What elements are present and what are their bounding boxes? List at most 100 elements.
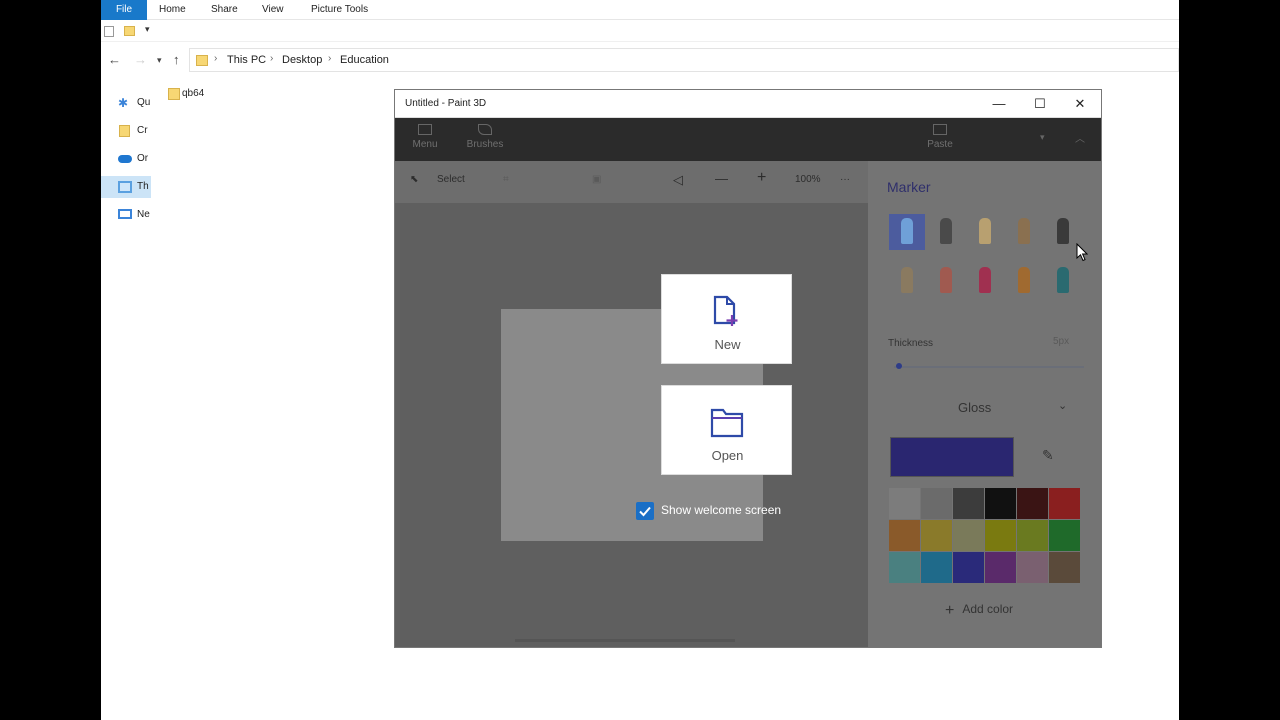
properties-icon[interactable] bbox=[104, 26, 114, 37]
breadcrumb-this-pc[interactable]: This PC bbox=[227, 54, 266, 66]
action-bar: ⬉ Select ⌗ ▣ ◁ — + 100% ··· bbox=[395, 161, 868, 203]
nav-item-network[interactable]: Ne bbox=[101, 204, 151, 226]
zoom-in-icon[interactable]: + bbox=[757, 169, 766, 187]
add-color-button[interactable]: + Add color bbox=[945, 602, 1013, 620]
color-swatch[interactable] bbox=[953, 488, 984, 519]
address-bar[interactable]: › This PC › Desktop › Education bbox=[189, 48, 1179, 72]
thickness-slider[interactable] bbox=[894, 366, 1084, 368]
pencil-brush-icon[interactable] bbox=[889, 263, 925, 299]
nav-item-this-pc[interactable]: Th bbox=[101, 176, 151, 198]
color-swatch[interactable] bbox=[985, 552, 1016, 583]
horizontal-scrollbar[interactable] bbox=[515, 639, 735, 642]
brush-icon bbox=[478, 124, 492, 135]
chevron-up-icon[interactable]: ︿ bbox=[1075, 130, 1085, 145]
color-swatch[interactable] bbox=[921, 552, 952, 583]
folder-icon bbox=[196, 55, 208, 66]
fill-brush-icon[interactable] bbox=[1045, 263, 1081, 299]
mouse-cursor-icon bbox=[1076, 243, 1088, 262]
color-swatch[interactable] bbox=[1049, 552, 1080, 583]
breadcrumb-desktop[interactable]: Desktop bbox=[282, 54, 322, 66]
select-button[interactable]: Select bbox=[437, 174, 465, 185]
color-swatch[interactable] bbox=[921, 520, 952, 551]
open-button[interactable]: Open bbox=[661, 385, 792, 475]
current-color-swatch[interactable] bbox=[890, 437, 1014, 477]
color-swatch[interactable] bbox=[921, 488, 952, 519]
show-welcome-checkbox[interactable] bbox=[636, 502, 654, 520]
color-swatch[interactable] bbox=[985, 520, 1016, 551]
show-welcome-label: Show welcome screen bbox=[661, 503, 782, 517]
watercolor-brush-icon[interactable] bbox=[1006, 214, 1042, 250]
maximize-icon[interactable]: ☐ bbox=[1025, 94, 1055, 114]
open-label: Open bbox=[711, 448, 744, 463]
color-swatch[interactable] bbox=[1017, 520, 1048, 551]
menu-label: Menu bbox=[412, 139, 438, 150]
nav-item-label: Or bbox=[137, 153, 149, 164]
brush-side-panel: Marker Thickness 5px Gloss ⌄ ✎ + Add colo… bbox=[868, 161, 1101, 647]
plus-icon: + bbox=[945, 602, 955, 619]
color-swatch[interactable] bbox=[889, 488, 920, 519]
more-options-icon[interactable]: ··· bbox=[840, 174, 850, 185]
color-swatch[interactable] bbox=[953, 552, 984, 583]
cloud-icon bbox=[118, 155, 132, 163]
customize-toolbar-icon[interactable]: ▾ bbox=[145, 24, 150, 35]
nav-item-label: Th bbox=[137, 181, 149, 192]
crayon-brush-icon[interactable] bbox=[967, 263, 1003, 299]
up-arrow-icon[interactable]: ↑ bbox=[173, 52, 180, 67]
eraser-brush-icon[interactable] bbox=[928, 263, 964, 299]
nav-item-creative-cloud[interactable]: Cr bbox=[101, 120, 151, 142]
finish-dropdown[interactable]: Gloss bbox=[958, 400, 991, 415]
canvas-area[interactable]: ⬉ Select ⌗ ▣ ◁ — + 100% ··· bbox=[395, 161, 868, 647]
crop-icon[interactable]: ⌗ bbox=[503, 174, 509, 185]
nav-item-onedrive[interactable]: Or bbox=[101, 148, 151, 170]
color-swatch[interactable] bbox=[889, 520, 920, 551]
color-swatch[interactable] bbox=[1017, 488, 1048, 519]
calligraphy-pen-brush-icon[interactable] bbox=[928, 214, 964, 250]
back-arrow-icon[interactable]: ← bbox=[108, 52, 121, 67]
brushes-button[interactable]: Brushes bbox=[460, 124, 510, 150]
quick-access-toolbar: ▾ bbox=[101, 22, 1179, 42]
spray-can-brush-icon[interactable] bbox=[1006, 263, 1042, 299]
forward-arrow-icon[interactable]: → bbox=[134, 52, 147, 67]
new-folder-icon[interactable] bbox=[124, 26, 135, 36]
open-folder-icon bbox=[710, 408, 744, 438]
add-color-label: Add color bbox=[962, 602, 1014, 616]
tab-picture-tools[interactable]: Picture Tools bbox=[311, 0, 368, 20]
color-swatch[interactable] bbox=[1049, 520, 1080, 551]
chevron-down-icon[interactable]: ▾ bbox=[1040, 132, 1045, 143]
oil-brush-icon[interactable] bbox=[967, 214, 1003, 250]
color-swatch[interactable] bbox=[889, 552, 920, 583]
magic-select-icon[interactable]: ▣ bbox=[592, 174, 601, 185]
recent-locations-icon[interactable]: ▾ bbox=[157, 55, 162, 66]
color-swatch[interactable] bbox=[1049, 488, 1080, 519]
marker-brush-icon[interactable] bbox=[889, 214, 925, 250]
address-bar-row: ← → ▾ ↑ › This PC › Desktop › Education bbox=[101, 46, 1179, 74]
menu-button[interactable]: Menu bbox=[400, 124, 450, 150]
new-button[interactable]: New bbox=[661, 274, 792, 364]
color-swatch[interactable] bbox=[953, 520, 984, 551]
paste-button[interactable]: Paste bbox=[915, 124, 965, 150]
nav-item-label: Ne bbox=[137, 209, 150, 220]
folder-icon bbox=[119, 125, 130, 137]
view-3d-icon[interactable]: ◁ bbox=[673, 172, 683, 188]
tab-file[interactable]: File bbox=[101, 0, 147, 20]
thickness-slider-knob[interactable] bbox=[896, 363, 902, 369]
thickness-value[interactable]: 5px bbox=[1053, 336, 1069, 347]
color-swatch[interactable] bbox=[1017, 552, 1048, 583]
brushes-label: Brushes bbox=[466, 139, 504, 150]
chevron-right-icon: › bbox=[270, 53, 274, 64]
select-icon[interactable]: ⬉ bbox=[410, 174, 418, 185]
tab-home[interactable]: Home bbox=[159, 0, 186, 20]
zoom-out-icon[interactable]: — bbox=[715, 171, 728, 186]
color-swatch[interactable] bbox=[985, 488, 1016, 519]
navigation-pane: ✱ Qu Cr Or Th Ne bbox=[101, 84, 151, 364]
tab-view[interactable]: View bbox=[262, 0, 284, 20]
chevron-down-icon[interactable]: ⌄ bbox=[1058, 399, 1067, 412]
nav-item-label: Cr bbox=[137, 125, 148, 136]
title-bar: Untitled - Paint 3D — ☐ ✕ bbox=[395, 90, 1101, 118]
eyedropper-icon[interactable]: ✎ bbox=[1042, 447, 1054, 464]
breadcrumb-education[interactable]: Education bbox=[340, 54, 389, 66]
nav-item-quick-access[interactable]: ✱ Qu bbox=[101, 92, 151, 114]
minimize-icon[interactable]: — bbox=[984, 94, 1014, 114]
close-icon[interactable]: ✕ bbox=[1065, 94, 1095, 114]
tab-share[interactable]: Share bbox=[211, 0, 238, 20]
